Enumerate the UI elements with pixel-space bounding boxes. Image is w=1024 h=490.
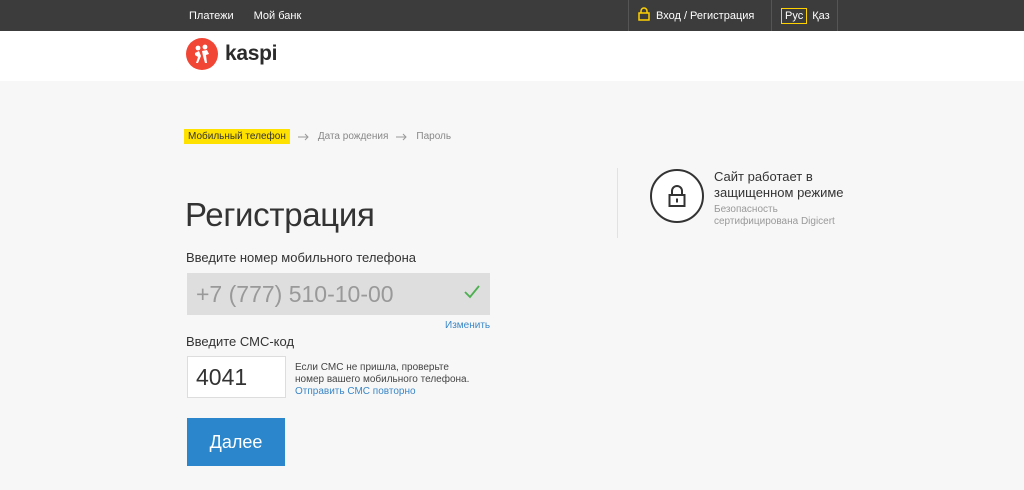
login-label: Вход / Регистрация [656,9,755,22]
arrow-right-icon [396,133,408,141]
step-birth-date: Дата рождения [317,131,389,142]
checkmark-icon [464,285,480,304]
site-header: kaspi [0,31,1024,81]
sms-label: Введите СМС-код [186,334,295,349]
vertical-divider [617,168,618,238]
security-title: Сайт работает в защищенном режиме [714,169,844,200]
sms-code-value: 4041 [196,363,248,390]
registration-steps: Мобильный телефон Дата рождения Пароль [184,129,451,144]
phone-value: +7 (777) 510-10-00 [196,280,394,307]
sms-hint: Если СМС не пришла, проверьте номер ваше… [295,362,475,386]
resend-sms-link[interactable]: Отправить СМС повторно [295,386,416,397]
kaspi-logo-icon [186,38,218,70]
step-phone: Мобильный телефон [184,129,290,144]
phone-label: Введите номер мобильного телефона [186,250,416,265]
sms-hint-text: Если СМС не пришла, проверьте номер ваше… [295,362,470,385]
next-button[interactable]: Далее [187,418,285,466]
lang-rus-button[interactable]: Рус [781,7,808,24]
change-phone-link[interactable]: Изменить [445,320,490,331]
padlock-icon [650,169,704,223]
lock-icon [638,7,650,24]
nav-payments-link[interactable]: Платежи [189,10,234,22]
lang-kaz-button[interactable]: Қаз [812,10,829,22]
arrow-right-icon [297,133,310,141]
language-switcher: Рус Қаз [772,0,838,31]
top-nav: Платежи Мой банк [189,0,301,31]
kaspi-logo[interactable]: kaspi [186,38,278,70]
login-register-button[interactable]: Вход / Регистрация [628,0,772,31]
security-info: Сайт работает в защищенном режиме Безопа… [650,169,854,228]
nav-my-bank-link[interactable]: Мой банк [254,10,302,22]
sms-code-input[interactable]: 4041 [187,356,286,398]
phone-input[interactable]: +7 (777) 510-10-00 [187,273,490,315]
top-bar: Платежи Мой банк Вход / Регистрация Рус … [0,0,1024,31]
step-password: Пароль [416,131,452,142]
page-title: Регистрация [185,196,375,233]
logo-text: kaspi [225,42,278,65]
security-note: Безопасность сертифицирована Digicert [714,204,835,227]
